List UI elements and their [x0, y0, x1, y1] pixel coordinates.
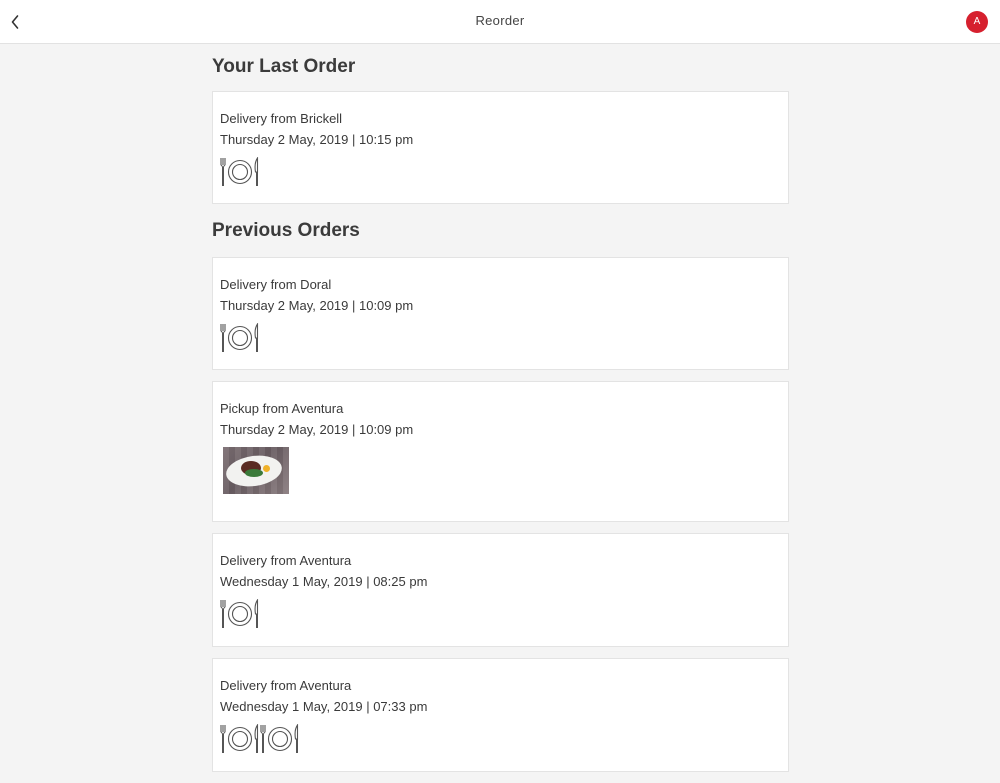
plate-icon	[220, 323, 260, 357]
order-title: Delivery from Doral	[220, 277, 332, 292]
order-datetime: Thursday 2 May, 2019 | 10:09 pm	[220, 298, 414, 313]
main-content: Your Last Order Delivery from Brickell T…	[212, 44, 789, 783]
plate-icon	[220, 157, 260, 191]
order-title: Delivery from Aventura	[220, 553, 352, 568]
order-datetime: Wednesday 1 May, 2019 | 08:25 pm	[220, 574, 428, 589]
last-order-card[interactable]: Delivery from Brickell Thursday 2 May, 2…	[212, 91, 789, 204]
page-title: Reorder	[475, 13, 525, 28]
order-card[interactable]: Delivery from Aventura Wednesday 1 May, …	[212, 533, 789, 647]
food-photo	[223, 447, 289, 494]
order-title: Pickup from Aventura	[220, 401, 344, 416]
avatar[interactable]: A	[966, 11, 988, 33]
order-title: Delivery from Brickell	[220, 111, 343, 126]
last-order-heading: Your Last Order	[212, 56, 356, 77]
order-card[interactable]: Delivery from Aventura Wednesday 1 May, …	[212, 658, 789, 772]
order-datetime: Thursday 2 May, 2019 | 10:15 pm	[220, 132, 414, 147]
plate-icon	[260, 724, 300, 758]
order-items	[220, 157, 781, 191]
previous-orders-heading: Previous Orders	[212, 220, 360, 241]
order-card[interactable]: Delivery from Doral Thursday 2 May, 2019…	[212, 257, 789, 370]
order-card[interactable]: Pickup from Aventura Thursday 2 May, 201…	[212, 381, 789, 522]
plate-icon	[220, 599, 260, 633]
order-items	[220, 323, 781, 357]
order-items	[220, 724, 781, 758]
order-items	[220, 599, 781, 633]
app-header: Reorder A	[0, 0, 1000, 44]
order-datetime: Thursday 2 May, 2019 | 10:09 pm	[220, 422, 414, 437]
order-datetime: Wednesday 1 May, 2019 | 07:33 pm	[220, 699, 428, 714]
plate-icon	[220, 724, 260, 758]
order-title: Delivery from Aventura	[220, 678, 352, 693]
